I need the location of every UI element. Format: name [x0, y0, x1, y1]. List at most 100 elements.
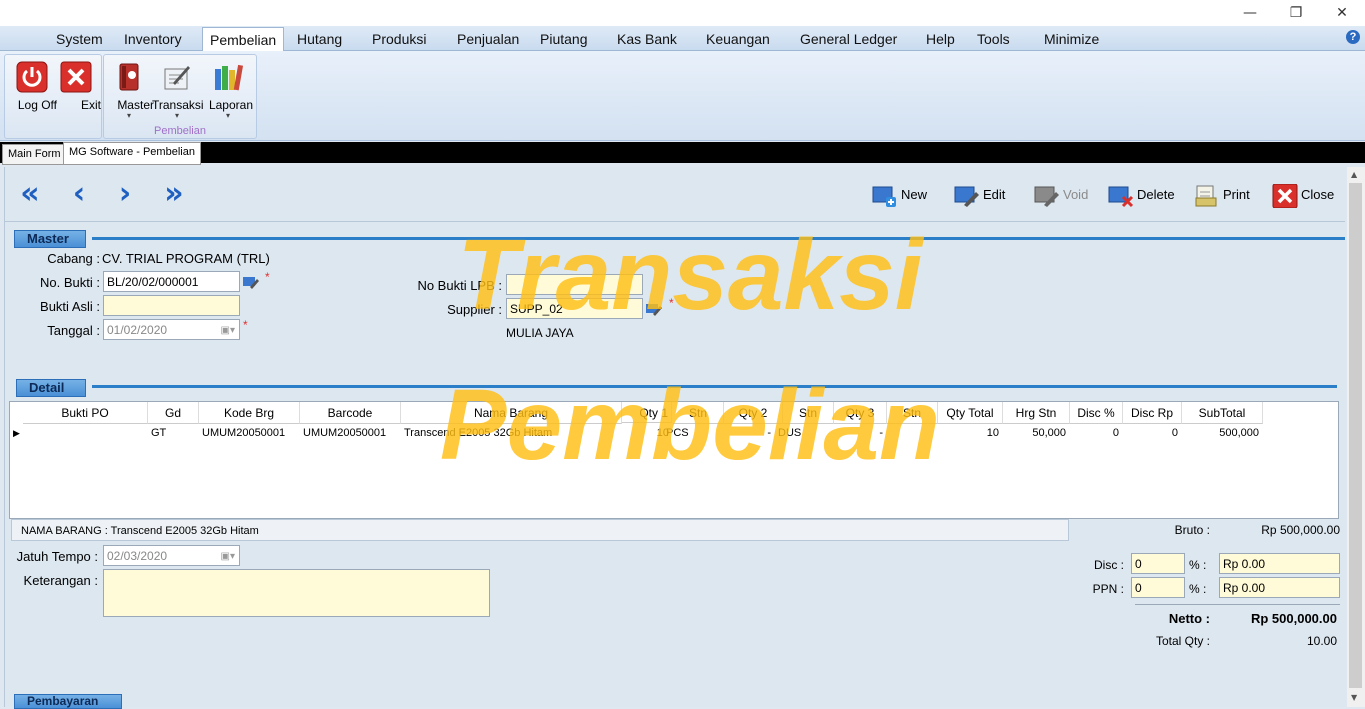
prev-record-button[interactable]: ‹	[59, 175, 99, 213]
restore-window-button[interactable]: ❐	[1273, 0, 1319, 26]
exit-button[interactable]: Exit	[51, 55, 101, 121]
menu-system[interactable]: System	[56, 26, 103, 50]
table-cell[interactable]: GT	[151, 424, 198, 442]
table-cell[interactable]: 50,000	[1003, 424, 1069, 442]
column-header[interactable]: Qty 2	[724, 402, 783, 424]
logoff-label: Log Off	[17, 98, 57, 112]
column-header[interactable]: Qty Total	[938, 402, 1003, 424]
table-cell[interactable]: 10	[938, 424, 1002, 442]
detail-grid[interactable]: Bukti PO Gd Kode Brg Barcode Nama Barang…	[9, 401, 1339, 519]
bukti-asli-input[interactable]	[103, 295, 240, 316]
table-cell[interactable]: UMUM20050001	[202, 424, 299, 442]
table-cell[interactable]: DUS	[778, 424, 828, 442]
table-cell[interactable]: 0	[1070, 424, 1122, 442]
table-cell[interactable]: -	[834, 424, 886, 442]
table-cell[interactable]: 10	[622, 424, 672, 442]
scroll-down-icon[interactable]: ▼	[1351, 693, 1357, 702]
laporan-button[interactable]: Laporan ▾	[203, 55, 253, 121]
calendar-dropdown-icon[interactable]: ▣▾	[221, 320, 235, 341]
column-header[interactable]: Disc Rp	[1123, 402, 1182, 424]
column-header[interactable]: Kode Brg	[199, 402, 300, 424]
print-button[interactable]: Print	[1194, 181, 1250, 209]
table-cell[interactable]: UMUM20050001	[303, 424, 400, 442]
column-header[interactable]: Hrg Stn	[1003, 402, 1070, 424]
next-record-button[interactable]: ›	[105, 175, 145, 213]
last-record-button[interactable]: »	[154, 175, 194, 213]
column-header[interactable]: Gd	[148, 402, 199, 424]
column-header[interactable]: Bukti PO	[23, 402, 148, 424]
column-header[interactable]: Qty 1	[622, 402, 672, 423]
item-status-bar: NAMA BARANG : Transcend E2005 32Gb Hitam	[11, 519, 1069, 541]
tab-pembelian[interactable]: MG Software - Pembelian	[63, 142, 201, 165]
table-cell[interactable]	[887, 424, 937, 442]
menu-bar: System Inventory Pembelian Hutang Produk…	[0, 26, 1365, 51]
no-bukti-lpb-label: No Bukti LPB :	[417, 278, 502, 293]
form-tab-strip: Main Form MG Software - Pembelian	[0, 142, 1365, 165]
current-row-marker-icon: ▶	[13, 428, 20, 438]
transaksi-button[interactable]: Transaksi ▾	[152, 55, 204, 121]
edit-button[interactable]: Edit	[954, 181, 1005, 209]
column-header[interactable]: Nama Barang	[401, 402, 622, 424]
menu-general-ledger[interactable]: General Ledger	[800, 26, 897, 50]
menu-minimize[interactable]: Minimize	[1044, 26, 1099, 50]
no-bukti-lookup-icon[interactable]	[242, 273, 260, 291]
jatuh-tempo-date-picker[interactable]: 02/03/2020 ▣▾	[103, 545, 240, 566]
scroll-thumb[interactable]	[1349, 183, 1362, 688]
new-button[interactable]: New	[872, 181, 927, 209]
supplier-input[interactable]: SUPP_02	[506, 298, 643, 319]
netto-value: Rp 500,000.00	[1250, 611, 1337, 626]
table-cell[interactable]	[23, 424, 147, 442]
close-window-button[interactable]: ✕	[1319, 0, 1365, 26]
table-cell[interactable]: -	[724, 424, 774, 442]
new-label: New	[901, 187, 928, 202]
menu-help[interactable]: Help	[926, 26, 955, 50]
menu-piutang[interactable]: Piutang	[540, 26, 587, 50]
help-icon[interactable]: ?	[1346, 30, 1360, 44]
ppn-rp-input[interactable]: Rp 0.00	[1219, 577, 1340, 598]
new-book-icon	[872, 186, 896, 207]
menu-inventory[interactable]: Inventory	[124, 26, 182, 50]
column-header[interactable]: Stn	[673, 402, 724, 424]
jatuh-tempo-label: Jatuh Tempo :	[16, 549, 98, 564]
no-bukti-input[interactable]: BL/20/02/000001	[103, 271, 240, 292]
delete-button[interactable]: Delete	[1108, 181, 1175, 209]
table-cell[interactable]: 500,000	[1182, 424, 1262, 442]
disc-percent-input[interactable]: 0	[1131, 553, 1185, 574]
menu-penjualan[interactable]: Penjualan	[457, 26, 519, 50]
tanggal-date-picker[interactable]: 01/02/2020 ▣▾	[103, 319, 240, 340]
logoff-button[interactable]: Log Off	[7, 55, 57, 121]
close-label: Close	[1301, 187, 1335, 202]
minimize-window-button[interactable]: —	[1227, 0, 1273, 26]
column-header[interactable]: Barcode	[300, 402, 401, 424]
ribbon: Log Off Exit Master ▾ Transaksi ▾ Lapora…	[0, 51, 1365, 141]
close-button[interactable]: Close	[1272, 181, 1334, 209]
menu-produksi[interactable]: Produksi	[372, 26, 426, 50]
no-bukti-lpb-input[interactable]	[506, 274, 643, 295]
menu-pembelian[interactable]: Pembelian	[202, 27, 285, 51]
calendar-dropdown-icon[interactable]: ▣▾	[221, 546, 235, 567]
table-cell[interactable]: PCS	[666, 424, 716, 442]
column-header[interactable]: Stn	[887, 402, 938, 424]
title-bar: — ❐ ✕	[0, 0, 1365, 26]
menu-kas-bank[interactable]: Kas Bank	[617, 26, 677, 50]
vertical-scrollbar[interactable]: ▲ ▼	[1347, 167, 1365, 707]
first-record-button[interactable]: «	[10, 175, 50, 213]
tab-main-form[interactable]: Main Form	[2, 144, 67, 165]
ppn-percent-input[interactable]: 0	[1131, 577, 1185, 598]
column-header[interactable]: SubTotal	[1182, 402, 1263, 424]
menu-keuangan[interactable]: Keuangan	[706, 26, 770, 50]
column-header[interactable]: Qty 3	[834, 402, 887, 424]
keterangan-textarea[interactable]	[103, 569, 490, 617]
disc-rp-input[interactable]: Rp 0.00	[1219, 553, 1340, 574]
menu-tools[interactable]: Tools	[977, 26, 1010, 50]
scroll-up-icon[interactable]: ▲	[1351, 170, 1357, 179]
supplier-lookup-icon[interactable]	[645, 300, 663, 318]
void-button[interactable]: Void	[1034, 181, 1088, 209]
table-cell[interactable]: 0	[1123, 424, 1181, 442]
pen-paper-icon	[164, 66, 190, 90]
column-header[interactable]: Disc %	[1070, 402, 1123, 424]
column-header[interactable]: Stn	[783, 402, 834, 424]
menu-hutang[interactable]: Hutang	[297, 26, 342, 50]
master-button[interactable]: Master ▾	[104, 55, 154, 121]
table-cell[interactable]: Transcend E2005 32Gb Hitam	[404, 424, 621, 442]
